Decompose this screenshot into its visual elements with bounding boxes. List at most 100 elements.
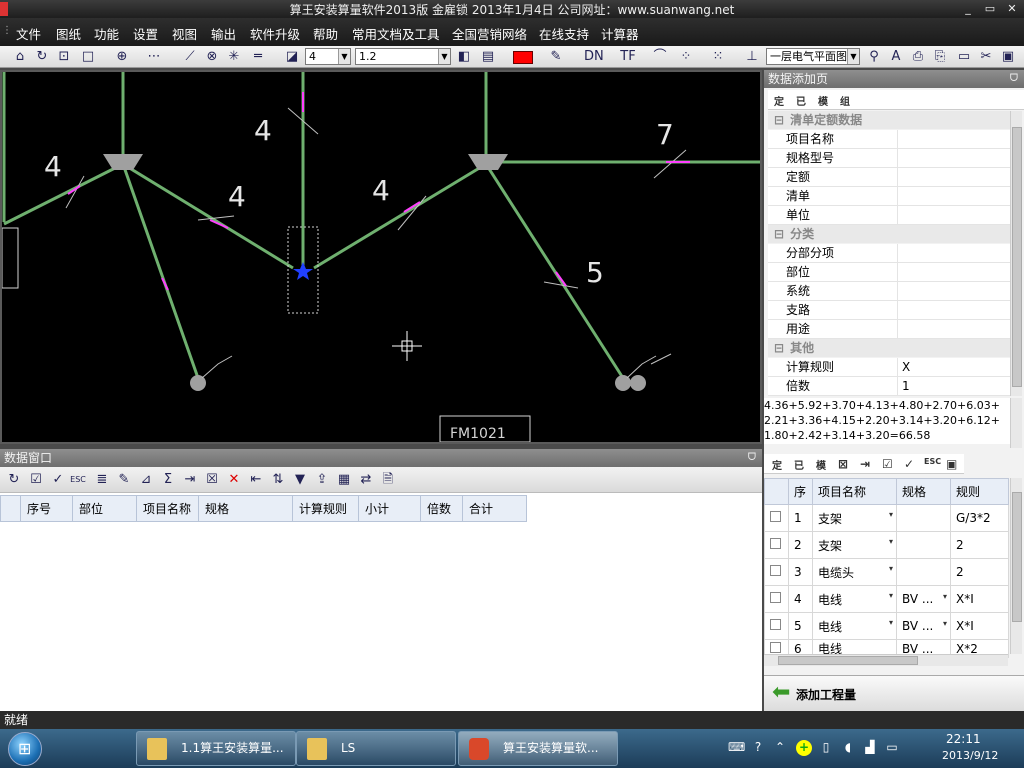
row-checkbox[interactable] <box>770 641 781 653</box>
row-checkbox[interactable] <box>770 511 781 522</box>
column-header[interactable]: 计算规则 <box>292 495 359 522</box>
close-button[interactable]: ✕ <box>1002 1 1022 16</box>
property-row[interactable]: 分部分项 <box>768 244 1010 263</box>
column-header[interactable]: 项目名称 <box>136 495 199 522</box>
layer-icon[interactable]: ◧ <box>456 49 472 65</box>
menu-file[interactable]: 文件 <box>16 24 41 43</box>
ruler-icon[interactable]: ⋯ <box>146 49 162 65</box>
device-icon[interactable]: ⊥ <box>744 49 760 65</box>
column-header[interactable]: 规格 <box>896 478 951 505</box>
row-spec-cell[interactable] <box>896 531 951 559</box>
property-row[interactable]: 支路 <box>768 301 1010 320</box>
scroll-thumb[interactable] <box>1012 492 1022 622</box>
collapse-icon[interactable]: ⊟ <box>774 113 784 127</box>
sort-icon[interactable]: ⇅ <box>270 472 286 488</box>
collapse-icon[interactable]: ⊟ <box>774 227 784 241</box>
add-quantity-button[interactable]: ⬅ 添加工程量 <box>764 675 1024 711</box>
template-button[interactable]: 模 <box>816 457 826 472</box>
edit-icon[interactable]: ✎ <box>116 472 132 488</box>
start-button[interactable]: ⊞ <box>8 732 42 766</box>
device-icon[interactable]: ▯ <box>818 740 834 756</box>
line-style-icon[interactable]: ═ <box>250 49 266 65</box>
pipe-icon[interactable]: ⌒ <box>652 49 668 65</box>
brush-icon[interactable]: ✎ <box>548 49 564 65</box>
row-spec-cell[interactable] <box>896 558 951 586</box>
check-doc-icon[interactable]: ☑ <box>882 457 893 471</box>
row-spec-cell[interactable]: BV ... ▾ <box>896 585 951 613</box>
text-edit-icon[interactable]: A <box>888 49 904 65</box>
chevron-down-icon[interactable]: ▾ <box>889 510 893 519</box>
property-row[interactable]: 定额 <box>768 168 1010 187</box>
row-name-cell[interactable]: 电线 ▾ <box>812 612 897 640</box>
table-vscrollbar[interactable] <box>1010 478 1022 654</box>
column-header[interactable]: 部位 <box>72 495 137 522</box>
property-scrollbar[interactable] <box>1010 111 1022 396</box>
property-row[interactable]: 单位 <box>768 206 1010 225</box>
clock-time[interactable]: 22:11 <box>946 732 981 746</box>
menu-docs-tools[interactable]: 常用文档及工具 <box>352 24 440 43</box>
indent-icon[interactable]: ⇥ <box>860 457 870 471</box>
add-icon[interactable]: + <box>796 740 812 756</box>
window-icon[interactable]: ▣ <box>946 457 957 471</box>
menu-function[interactable]: 功能 <box>94 24 119 43</box>
table-row[interactable]: 1 支架 ▾ G/3*2 <box>764 504 1009 532</box>
dots-icon[interactable]: ⁙ <box>710 49 726 65</box>
menu-drawing[interactable]: 图纸 <box>56 24 81 43</box>
row-name-cell[interactable]: 电线 ▾ <box>812 585 897 613</box>
row-rule-cell[interactable]: X*I <box>950 612 1009 640</box>
minimize-button[interactable]: _ <box>958 1 978 16</box>
fixed-button[interactable]: 定 <box>774 93 784 108</box>
column-header[interactable]: 规则 <box>950 478 1009 505</box>
binoculars-icon[interactable]: ⚲ <box>866 49 882 65</box>
snap-icon[interactable]: ⊗ <box>204 49 220 65</box>
delete-icon[interactable]: ✕ <box>226 472 242 488</box>
table-hscrollbar[interactable] <box>764 654 1008 666</box>
column-header[interactable]: 小计 <box>358 495 421 522</box>
grid-snap-icon[interactable]: ✳ <box>226 49 242 65</box>
edit-check-icon[interactable]: ✓ <box>50 472 66 488</box>
chevron-down-icon[interactable]: ▾ <box>889 591 893 600</box>
chevron-down-icon[interactable]: ▼ <box>438 49 450 64</box>
network-icon[interactable]: ▟ <box>862 740 878 756</box>
row-rule-cell[interactable]: X*I <box>950 585 1009 613</box>
property-row[interactable]: 倍数 1 <box>768 377 1010 396</box>
property-row[interactable]: 系统 <box>768 282 1010 301</box>
menu-sales-network[interactable]: 全国营销网络 <box>452 24 527 43</box>
pin-icon[interactable]: ᗜ <box>1010 70 1018 88</box>
row-name-cell[interactable]: 电缆头 ▾ <box>812 558 897 586</box>
document-icon[interactable]: 🗎 <box>380 472 396 488</box>
column-header[interactable]: 倍数 <box>420 495 463 522</box>
sum-icon[interactable]: Σ <box>160 472 176 488</box>
edit-check-icon[interactable]: ✓ <box>904 457 914 471</box>
menu-view[interactable]: 视图 <box>172 24 197 43</box>
scroll-thumb[interactable] <box>1012 127 1022 387</box>
menu-settings[interactable]: 设置 <box>133 24 158 43</box>
insert-row-icon[interactable]: ⇤ <box>248 472 264 488</box>
chevron-down-icon[interactable]: ▼ <box>847 49 859 64</box>
property-row[interactable]: 规格型号 <box>768 149 1010 168</box>
tf-icon[interactable]: TF <box>620 49 636 65</box>
menu-online-support[interactable]: 在线支持 <box>539 24 589 43</box>
line-width-select[interactable]: 4 ▼ <box>305 48 351 65</box>
table-row[interactable]: 3 电缆头 ▾ 2 <box>764 558 1009 586</box>
property-row[interactable]: 清单 <box>768 187 1010 206</box>
clock-date[interactable]: 2013/9/12 <box>942 749 998 762</box>
list-icon[interactable]: ≣ <box>94 472 110 488</box>
rectangle-icon[interactable]: □ <box>80 49 96 65</box>
row-name-cell[interactable]: 支架 ▾ <box>812 504 897 532</box>
filter-icon[interactable]: ▼ <box>292 472 308 488</box>
tools-icon[interactable]: ✂ <box>978 49 994 65</box>
table-row[interactable]: 2 支架 ▾ 2 <box>764 531 1009 559</box>
taskbar-item-explorer[interactable]: 1.1算王安装算量... <box>136 731 296 766</box>
column-header[interactable]: 序 <box>788 478 813 505</box>
collapse-icon[interactable]: ⊟ <box>774 341 784 355</box>
chevron-down-icon[interactable]: ▼ <box>338 49 350 64</box>
chevron-down-icon[interactable]: ▾ <box>889 537 893 546</box>
table-row[interactable]: 4 电线 ▾ BV ... ▾ X*I <box>764 585 1009 613</box>
done-button[interactable]: 已 <box>796 93 806 108</box>
text-style-icon[interactable]: ▤ <box>480 49 496 65</box>
section-header[interactable]: ⊟ 清单定额数据 <box>768 111 1010 129</box>
export-icon[interactable]: ⎘ <box>932 49 948 65</box>
menu-help[interactable]: 帮助 <box>313 24 338 43</box>
chevron-down-icon[interactable]: ▾ <box>889 618 893 627</box>
